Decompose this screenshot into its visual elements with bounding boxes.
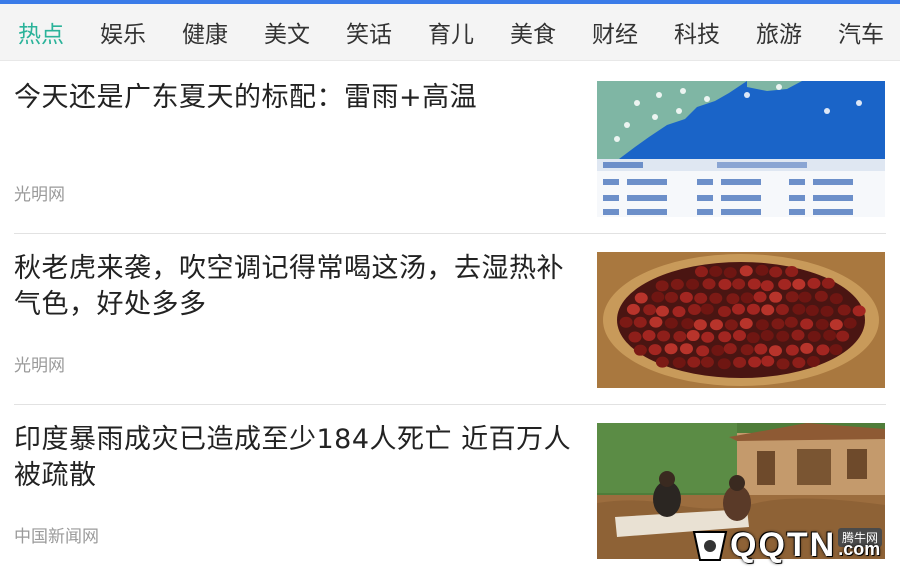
news-source: 光明网 <box>14 356 65 376</box>
tab-auto[interactable]: 汽车 <box>820 15 900 49</box>
tab-food[interactable]: 美食 <box>492 15 574 49</box>
news-thumbnail[interactable] <box>597 252 885 388</box>
news-title[interactable]: 秋老虎来袭，吹空调记得常喝这汤，去湿热补气色，好处多多 <box>14 251 579 323</box>
weather-map-image <box>597 81 885 217</box>
watermark-text: QQTN <box>730 526 837 564</box>
category-tab-bar: 热点 娱乐 健康 美文 笑话 育儿 美食 财经 科技 旅游 汽车 <box>0 4 900 61</box>
tab-jokes[interactable]: 笑话 <box>328 15 410 49</box>
tab-parenting[interactable]: 育儿 <box>410 15 492 49</box>
tab-tech[interactable]: 科技 <box>656 15 738 49</box>
news-item[interactable]: 秋老虎来袭，吹空调记得常喝这汤，去湿热补气色，好处多多 光明网 <box>0 234 900 405</box>
news-title[interactable]: 今天还是广东夏天的标配：雷雨+高温 <box>14 80 579 116</box>
tab-finance[interactable]: 财经 <box>574 15 656 49</box>
tab-health[interactable]: 健康 <box>164 15 246 49</box>
watermark-icon <box>692 530 728 561</box>
news-source: 光明网 <box>14 185 65 205</box>
tab-entertainment[interactable]: 娱乐 <box>82 15 164 49</box>
news-title[interactable]: 印度暴雨成灾已造成至少184人死亡 近百万人被疏散 <box>14 422 579 494</box>
tab-essays[interactable]: 美文 <box>246 15 328 49</box>
red-berries-basket-image <box>597 252 885 388</box>
watermark-logo: QQTN .com <box>690 526 880 565</box>
news-thumbnail[interactable] <box>597 81 885 217</box>
tab-travel[interactable]: 旅游 <box>738 15 820 49</box>
news-item[interactable]: 今天还是广东夏天的标配：雷雨+高温 光明网 <box>0 62 900 234</box>
news-source: 中国新闻网 <box>14 527 99 547</box>
tab-hot[interactable]: 热点 <box>0 15 82 49</box>
watermark-suffix: .com <box>838 539 881 559</box>
